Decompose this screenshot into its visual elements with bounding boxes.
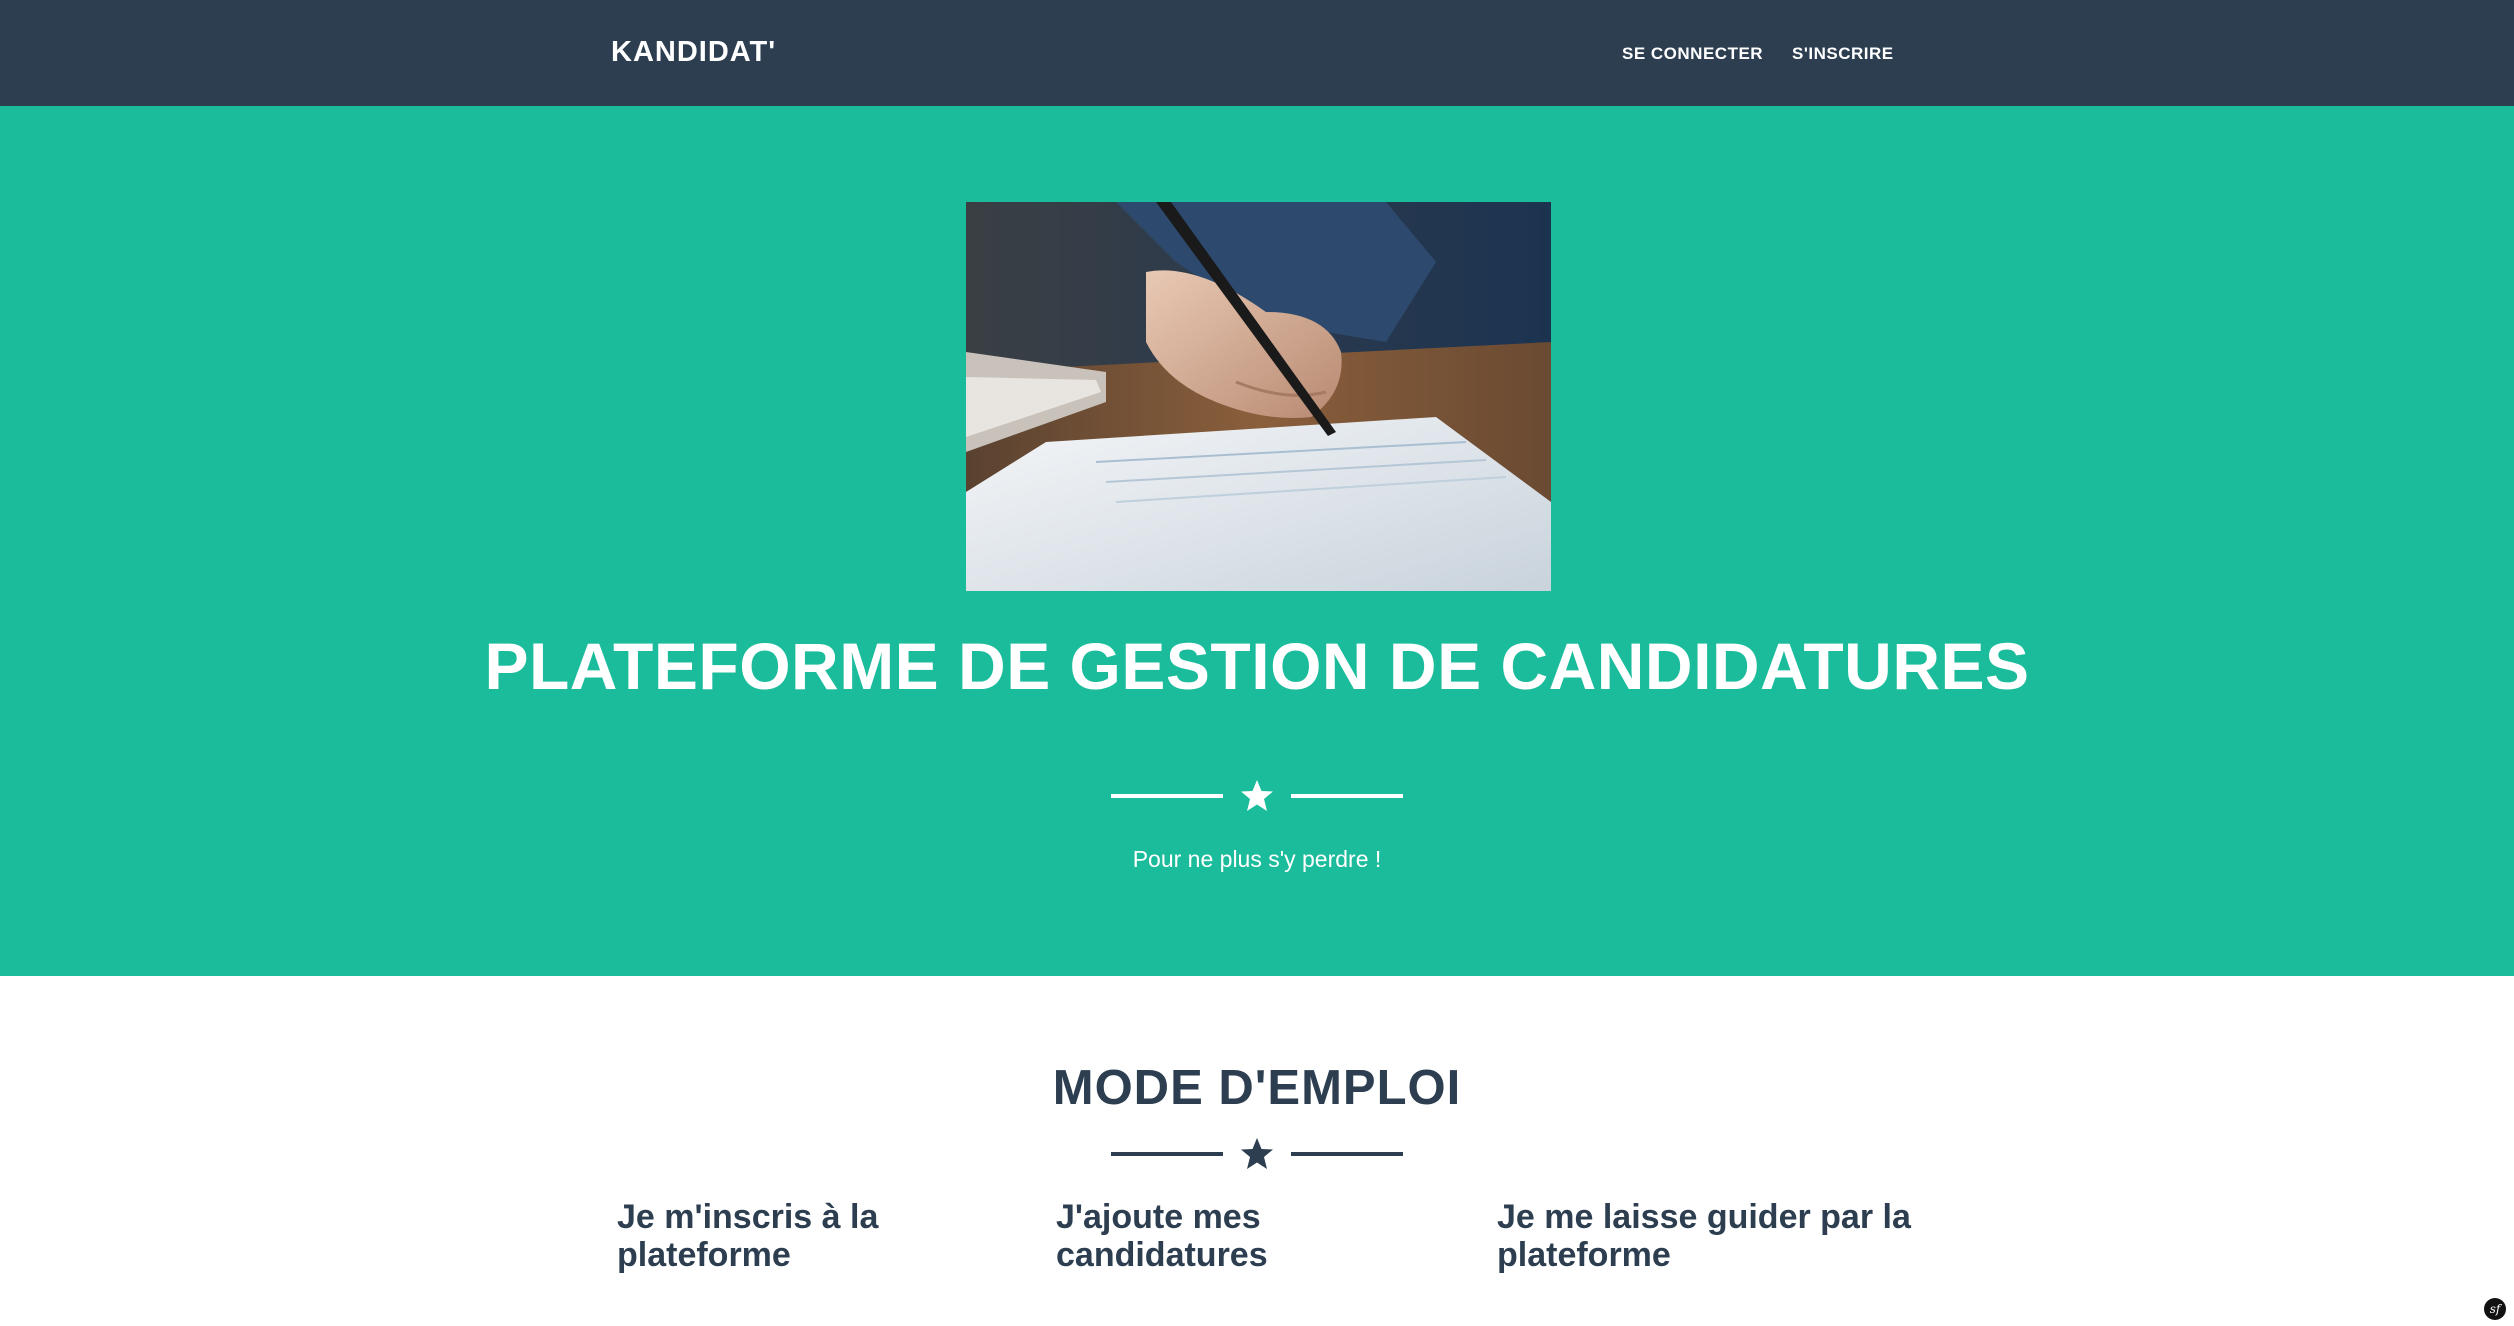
hero-title: PLATEFORME DE GESTION DE CANDIDATURES bbox=[484, 629, 2030, 703]
step-heading: Je me laisse guider par la plateforme bbox=[1497, 1198, 1911, 1274]
hero-subtitle: Pour ne plus s'y perdre ! bbox=[1132, 846, 1382, 872]
hero-image bbox=[966, 202, 1551, 591]
navbar: KANDIDAT' SE CONNECTER S'INSCRIRE bbox=[0, 0, 2514, 106]
signup-link[interactable]: S'INSCRIRE bbox=[1792, 44, 1894, 64]
star-icon bbox=[1239, 776, 1275, 816]
step-heading: J'ajoute mes candidatures bbox=[1056, 1198, 1268, 1274]
hero-section: PLATEFORME DE GESTION DE CANDIDATURES Po… bbox=[0, 106, 2514, 976]
star-icon bbox=[1239, 1134, 1275, 1174]
hero-divider bbox=[1111, 776, 1403, 816]
step-heading: Je m'inscris à la plateforme bbox=[617, 1198, 879, 1274]
brand-logo-link[interactable]: KANDIDAT' bbox=[611, 36, 776, 69]
section-divider bbox=[1111, 1134, 1403, 1174]
section-title: MODE D'EMPLOI bbox=[1052, 1061, 1462, 1115]
login-link[interactable]: SE CONNECTER bbox=[1622, 44, 1763, 64]
symfony-debug-icon[interactable]: sf bbox=[2484, 1298, 2506, 1320]
